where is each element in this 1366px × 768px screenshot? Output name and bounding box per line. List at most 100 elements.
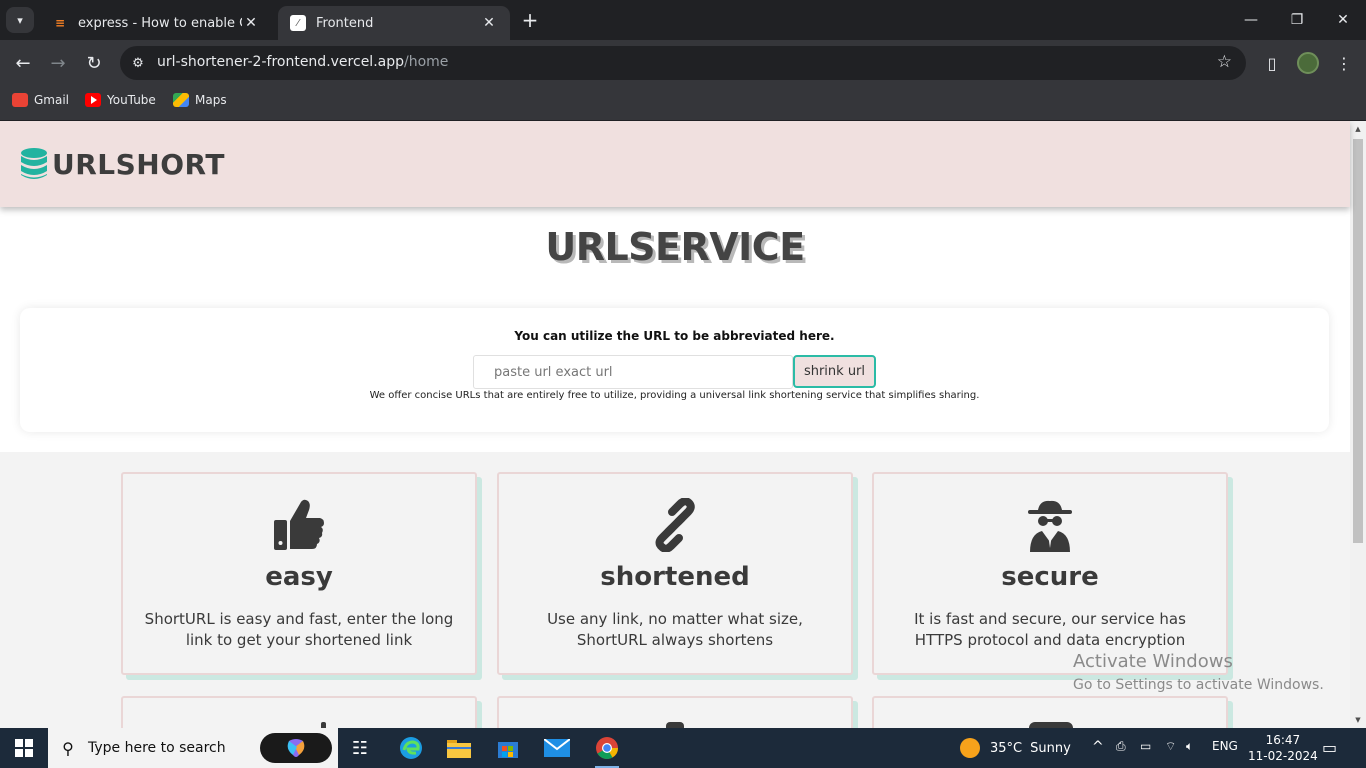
activate-windows-watermark: Activate Windows Go to Settings to activ… (1073, 651, 1324, 693)
edge-logo (400, 737, 422, 759)
scrollbar-thumb[interactable] (1353, 139, 1363, 543)
feature-card-secure: secure It is fast and secure, our servic… (872, 472, 1228, 675)
spy-icon (1028, 500, 1072, 552)
system-clock[interactable]: 16:47 11-02-2024 (1248, 732, 1318, 764)
site-info-icon[interactable]: ⚙ (128, 53, 148, 73)
feature-card-partial (872, 696, 1228, 728)
store-logo (498, 742, 518, 758)
weather-condition: Sunny (1030, 740, 1071, 756)
close-icon[interactable]: ✕ (242, 15, 260, 31)
card-heading: You can utilize the URL to be abbreviate… (514, 329, 835, 343)
link-icon (655, 498, 695, 552)
feature-title: shortened (600, 562, 750, 592)
gmail-icon (12, 93, 28, 107)
clock-date: 11-02-2024 (1248, 749, 1318, 763)
windows-taskbar: ⚲ Type here to search ☷ 35°C Sunny ^ ⎙ ▭… (0, 728, 1366, 768)
chevron-down-icon: ▾ (17, 13, 23, 27)
site-header: URLSHORT (0, 121, 1350, 207)
temperature: 35°C (990, 740, 1023, 756)
folder-icon (447, 740, 471, 758)
volume-icon[interactable]: 🔈︎ (1186, 739, 1193, 754)
bookmarks-bar: Gmail YouTube Maps (0, 85, 1366, 121)
bookmark-label: Gmail (34, 93, 70, 107)
hero-section: URLSERVICE You can utilize the URL to be… (0, 207, 1350, 452)
tab-search-button[interactable]: ▾ (6, 7, 34, 33)
url-host: url-shortener-2-frontend.vercel.app (157, 54, 404, 70)
bookmark-maps[interactable]: Maps (173, 93, 227, 107)
menu-kebab-icon[interactable]: ⋮ (1330, 49, 1358, 77)
tab-strip: ▾ ≡ express - How to enable CORS i ✕ ⁄ F… (0, 0, 1366, 40)
side-panel-icon[interactable]: ▯ (1258, 49, 1286, 77)
back-button[interactable]: ← (8, 48, 38, 78)
restore-button[interactable]: ❐ (1274, 0, 1320, 40)
wifi-icon[interactable]: ⌔ (1165, 739, 1176, 754)
feature-card-shortened: shortened Use any link, no matter what s… (497, 472, 853, 675)
bookmark-star-icon[interactable]: ☆ (1217, 52, 1232, 72)
url-text[interactable]: url-shortener-2-frontend.vercel.app/home (157, 54, 448, 70)
file-explorer-icon[interactable] (443, 732, 475, 764)
scroll-up-icon[interactable]: ▲ (1354, 125, 1362, 133)
youtube-icon (85, 93, 101, 107)
vercel-icon: ⁄ (290, 15, 306, 31)
search-placeholder: Type here to search (88, 740, 226, 756)
chrome-icon[interactable] (591, 732, 623, 768)
site-logo[interactable]: URLSHORT (52, 148, 225, 181)
battery-icon[interactable]: ▭ (1140, 739, 1151, 753)
task-view-icon[interactable]: ☷ (344, 732, 376, 764)
windows-logo-icon (15, 739, 33, 757)
feature-description: ShortURL is easy and fast, enter the lon… (144, 610, 454, 649)
copilot-button[interactable] (260, 733, 332, 763)
tab-frontend[interactable]: ⁄ Frontend ✕ (278, 6, 510, 40)
minimize-button[interactable]: — (1228, 0, 1274, 40)
notification-icon[interactable]: ▭ (1322, 738, 1337, 757)
clock-time: 16:47 (1265, 733, 1301, 747)
feature-description: It is fast and secure, our service has H… (914, 610, 1186, 649)
meet-now-icon[interactable]: ⎙ (1116, 739, 1126, 754)
scroll-down-icon[interactable]: ▼ (1354, 716, 1362, 724)
card-description: We offer concise URLs that are entirely … (369, 390, 980, 401)
weather-widget[interactable]: 35°C Sunny (960, 738, 1071, 758)
envelope-icon (544, 739, 570, 757)
tab-stackoverflow[interactable]: ≡ express - How to enable CORS i ✕ (40, 6, 272, 40)
browser-toolbar: ← → ↻ ⚙ url-shortener-2-frontend.vercel.… (0, 40, 1366, 85)
page-scrollbar[interactable]: ▲ ▼ (1350, 121, 1366, 728)
mail-icon[interactable] (541, 732, 573, 764)
bookmark-gmail[interactable]: Gmail (12, 93, 69, 107)
feature-card-partial (121, 696, 477, 728)
arrow-right-icon: → (50, 52, 66, 74)
feature-card-partial (497, 696, 853, 728)
maps-icon (173, 93, 189, 107)
reload-icon: ↻ (86, 52, 102, 74)
feature-card-easy: easy ShortURL is easy and fast, enter th… (121, 472, 477, 675)
edge-icon[interactable] (395, 732, 427, 764)
search-icon: ⚲ (62, 738, 74, 758)
page-title: URLSERVICE (545, 225, 805, 269)
page-viewport: URLSHORT URLSERVICE You can utilize the … (0, 121, 1366, 728)
bookmark-label: YouTube (107, 93, 156, 107)
new-tab-button[interactable]: + (518, 10, 542, 32)
forward-button[interactable]: → (43, 48, 73, 78)
watermark-title: Activate Windows (1073, 651, 1233, 672)
url-path: /home (404, 54, 449, 70)
language-indicator[interactable]: ENG (1212, 739, 1238, 753)
shrink-url-button[interactable]: shrink url (793, 355, 876, 388)
feature-title: secure (1001, 562, 1099, 592)
url-input[interactable] (473, 355, 793, 389)
microsoft-store-icon[interactable] (492, 732, 524, 764)
tab-title: Frontend (316, 15, 374, 31)
bookmark-label: Maps (195, 93, 227, 107)
close-icon[interactable]: ✕ (480, 15, 498, 31)
reload-button[interactable]: ↻ (79, 48, 109, 78)
watermark-subtitle: Go to Settings to activate Windows. (1073, 677, 1324, 693)
sun-icon (960, 738, 980, 758)
chrome-logo (596, 737, 618, 759)
profile-avatar[interactable] (1297, 52, 1319, 74)
address-bar[interactable]: ⚙ url-shortener-2-frontend.vercel.app/ho… (120, 46, 1246, 80)
arrow-left-icon: ← (15, 52, 31, 74)
bookmark-youtube[interactable]: YouTube (85, 93, 156, 107)
thumbs-up-icon (274, 499, 324, 550)
chevron-up-icon[interactable]: ^ (1092, 739, 1104, 755)
start-button[interactable] (0, 728, 48, 768)
shortener-card: You can utilize the URL to be abbreviate… (20, 308, 1329, 432)
close-window-button[interactable]: ✕ (1320, 0, 1366, 40)
